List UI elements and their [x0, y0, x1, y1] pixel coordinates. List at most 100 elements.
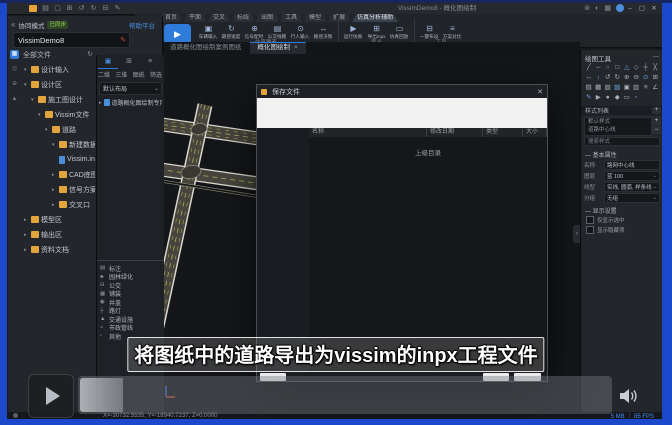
- style-item[interactable]: 默认样式: [585, 118, 651, 126]
- tool-icon[interactable]: ↕: [594, 73, 604, 83]
- tree-item[interactable]: ▾ Vissim文件: [22, 107, 95, 122]
- property-field[interactable]: 实线, 圆弧, 样条线 ⌄: [604, 182, 660, 192]
- ribbon-tab[interactable]: 标线: [232, 14, 254, 22]
- style-remove-button[interactable]: −: [652, 126, 661, 134]
- tree-item[interactable]: ▸ 模型区: [22, 212, 95, 227]
- tree-caret-icon[interactable]: ▸: [52, 187, 57, 193]
- tool-icon[interactable]: ○: [603, 63, 613, 73]
- tool-icon[interactable]: ▧: [603, 83, 613, 93]
- tree-item[interactable]: ▸ 信号方案: [22, 182, 95, 197]
- tree-caret-icon[interactable]: ▸: [24, 232, 29, 238]
- rail-icon[interactable]: ▦: [10, 50, 19, 59]
- style-item[interactable]: 道路中心线: [585, 126, 651, 134]
- video-seek-bar[interactable]: [78, 376, 612, 414]
- tool-icon[interactable]: ∠: [651, 83, 661, 93]
- ribbon-tab[interactable]: 扩展: [328, 14, 350, 22]
- dialog-file-list[interactable]: 上级目录: [309, 137, 547, 371]
- tool-icon[interactable]: ⊖: [632, 73, 642, 83]
- property-field[interactable]: 路网中心线: [604, 160, 660, 170]
- ribbon-tab[interactable]: 仿真分析辅助: [352, 14, 398, 22]
- quick-access-icon[interactable]: ✎: [113, 4, 122, 13]
- view-button[interactable]: 图纸: [133, 70, 145, 79]
- collapse-icon[interactable]: —: [653, 53, 660, 63]
- quick-access-icon[interactable]: ↻: [89, 4, 98, 13]
- tool-icon[interactable]: ▫: [632, 93, 642, 103]
- quick-access-icon[interactable]: ↺: [77, 4, 86, 13]
- avatar[interactable]: [616, 4, 624, 12]
- quick-access-icon[interactable]: ⊟: [101, 4, 110, 13]
- tool-icon[interactable]: ⊙: [641, 73, 651, 83]
- checkbox[interactable]: [586, 216, 594, 224]
- parent-directory-row[interactable]: 上级目录: [309, 147, 547, 157]
- close-button[interactable]: ✕: [648, 3, 660, 14]
- tool-icon[interactable]: ✎: [584, 93, 594, 103]
- tool-icon[interactable]: □: [613, 63, 623, 73]
- display-settings-header[interactable]: — 显示设置: [585, 206, 617, 215]
- tool-icon[interactable]: ↻: [613, 73, 623, 83]
- tool-icon[interactable]: ▦: [594, 83, 604, 93]
- rail-icon[interactable]: ⊕: [10, 80, 19, 89]
- dialog-title-bar[interactable]: 保存文件 ✕: [257, 85, 547, 99]
- titlebar-icon[interactable]: ⊚: [584, 4, 590, 13]
- layer-item[interactable]: ▤ 标注: [100, 264, 162, 273]
- property-field[interactable]: 无组 ⌄: [604, 193, 660, 203]
- tree-item[interactable]: ▾ 设计区: [22, 77, 95, 92]
- layer-item[interactable]: ♣ 园林绿化: [100, 273, 162, 282]
- basic-props-header[interactable]: — 基本属性: [585, 150, 617, 159]
- maximize-button[interactable]: ▢: [636, 3, 648, 14]
- tree-caret-icon[interactable]: ▾: [24, 67, 29, 73]
- tool-icon[interactable]: ▨: [613, 83, 623, 93]
- view-button[interactable]: 三维: [115, 70, 127, 79]
- inner-tab-icon[interactable]: ⊞: [119, 56, 139, 68]
- ribbon-tab[interactable]: 首页: [160, 14, 182, 22]
- tree-item[interactable]: ▸ CAD底图: [22, 167, 95, 182]
- video-play-button[interactable]: [28, 374, 74, 418]
- titlebar-icon[interactable]: ▦: [604, 4, 611, 13]
- layer-item[interactable]: ┼ 路灯: [100, 307, 162, 316]
- tree-item[interactable]: ▾ 新建数据: [22, 137, 95, 152]
- tree-item[interactable]: ▸ 资料文档: [22, 242, 95, 257]
- minimize-button[interactable]: –: [624, 3, 636, 14]
- tree-caret-icon[interactable]: ▸: [52, 202, 57, 208]
- tool-icon[interactable]: ╳: [651, 63, 661, 73]
- tool-icon[interactable]: ◆: [613, 93, 623, 103]
- layer-item[interactable]: ⊟ 公交: [100, 281, 162, 290]
- ribbon-tab[interactable]: 平面: [184, 14, 206, 22]
- tree-caret-icon[interactable]: ▾: [45, 127, 50, 133]
- collapse-sidebar-icon[interactable]: «: [11, 20, 15, 29]
- rail-icon[interactable]: ◎: [10, 65, 19, 74]
- tool-icon[interactable]: ─: [594, 63, 604, 73]
- layout-dropdown[interactable]: 默认布局 ⌄: [99, 82, 162, 95]
- inner-tab-icon[interactable]: ▣: [98, 56, 118, 69]
- tree-item[interactable]: ▸ 输出区: [22, 227, 95, 242]
- drawing-list-item[interactable]: ▸ 道路概化图绘制专用图纸: [99, 98, 162, 107]
- layer-item[interactable]: ◉ 井盖: [100, 298, 162, 307]
- tree-caret-icon[interactable]: ▾: [31, 97, 36, 103]
- inner-tab-icon[interactable]: ≡: [140, 56, 160, 68]
- tool-icon[interactable]: ↔: [584, 73, 594, 83]
- tool-icon[interactable]: ▣: [622, 83, 632, 93]
- tree-caret-icon[interactable]: ▸: [24, 247, 29, 253]
- tree-item[interactable]: ▾ 道路: [22, 122, 95, 137]
- dialog-path-bar[interactable]: [257, 98, 547, 128]
- document-tab[interactable]: 道路概化图绘制案例图纸: [162, 42, 250, 54]
- ribbon-tab[interactable]: 工具: [280, 14, 302, 22]
- column-header[interactable]: 类型: [483, 128, 523, 137]
- style-filter-input[interactable]: 搜索样式: [584, 137, 660, 146]
- tree-item[interactable]: Vissim.inpx: [22, 152, 95, 167]
- tree-caret-icon[interactable]: ▾: [52, 142, 57, 148]
- tree-caret-icon[interactable]: ▸: [52, 172, 57, 178]
- tree-item[interactable]: ▸ 交叉口: [22, 197, 95, 212]
- ribbon-tab[interactable]: 出图: [256, 14, 278, 22]
- tool-icon[interactable]: ▶: [594, 93, 604, 103]
- project-name-field[interactable]: VissimDemo8 ✎: [13, 32, 130, 48]
- tab-close-icon[interactable]: ×: [294, 42, 298, 54]
- add-style-button[interactable]: +: [652, 107, 661, 114]
- quick-access-icon[interactable]: ▢: [53, 4, 62, 13]
- column-header[interactable]: 大小: [523, 128, 547, 137]
- start-simulation-button[interactable]: ▶: [164, 24, 191, 44]
- tool-icon[interactable]: ▤: [584, 83, 594, 93]
- checkbox[interactable]: [586, 226, 594, 234]
- property-field[interactable]: 蓝 100 ⌄: [604, 171, 660, 181]
- ribbon-tab[interactable]: 模型: [304, 14, 326, 22]
